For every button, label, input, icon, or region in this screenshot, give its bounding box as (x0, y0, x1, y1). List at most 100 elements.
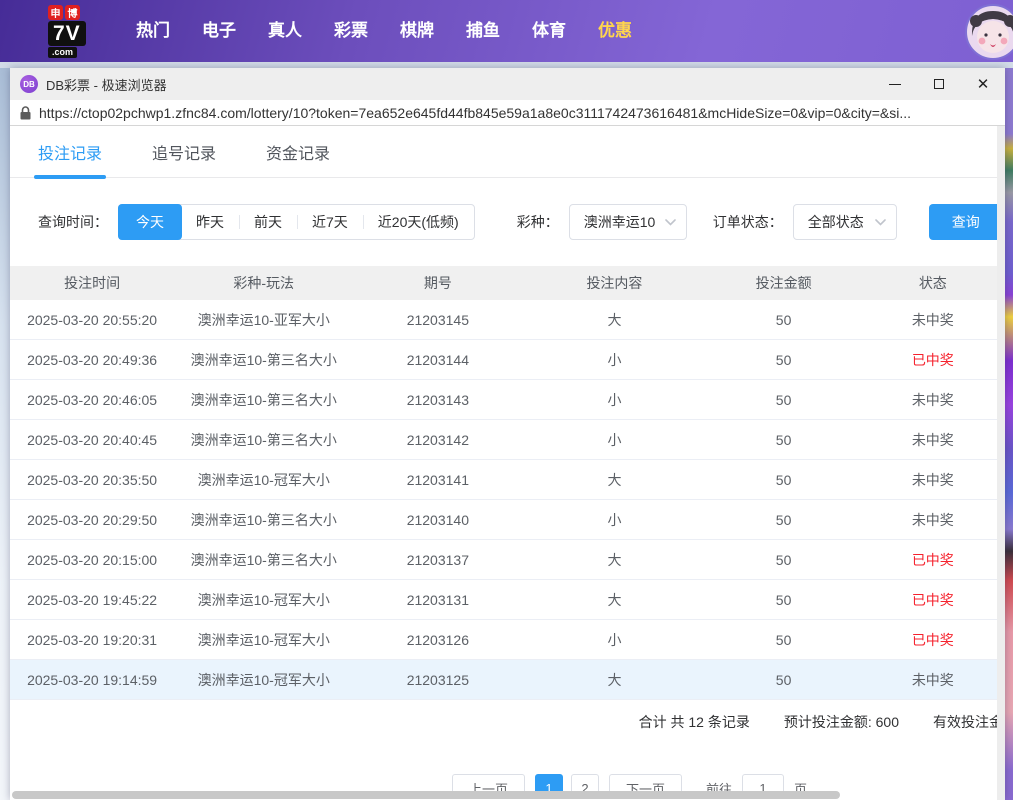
portal-page-right-edge (1005, 68, 1013, 800)
portal-nav-item[interactable]: 真人 (252, 0, 318, 62)
cell-bet-time: 2025-03-20 20:55:20 (10, 312, 174, 328)
lock-icon (20, 106, 31, 120)
cell-bet-time: 2025-03-20 19:14:59 (10, 672, 174, 688)
portal-nav-item[interactable]: 电子 (186, 0, 252, 62)
portal-nav-item[interactable]: 彩票 (318, 0, 384, 62)
page-content: 投注记录 追号记录 资金记录 查询时间： 今天 昨天 前天 近7天 (10, 126, 1005, 799)
portal-nav-item[interactable]: 热门 (120, 0, 186, 62)
cell-issue-no: 21203125 (353, 672, 522, 688)
cell-issue-no: 21203131 (353, 592, 522, 608)
record-tab[interactable]: 追号记录 (152, 126, 216, 177)
portal-nav-item-label: 电子 (202, 21, 236, 40)
filter-bar: 查询时间： 今天 昨天 前天 近7天 近20天(低频) 彩种： 澳洲幸运10 (38, 204, 1005, 240)
record-tab-label: 追号记录 (152, 140, 216, 164)
summary-expected-amount: 预计投注金额: 600 (784, 712, 899, 732)
cell-bet-time: 2025-03-20 19:45:22 (10, 592, 174, 608)
time-range-option-label: 近20天(低频) (378, 214, 459, 230)
portal-nav-item-label: 棋牌 (400, 21, 434, 40)
table-row: 2025-03-20 20:29:50 澳洲幸运10-第三名大小 2120314… (10, 500, 1005, 540)
cell-status: 未中奖 (861, 510, 1005, 530)
portal-nav-item[interactable]: 捕鱼 (450, 0, 516, 62)
portal-nav-item[interactable]: 体育 (516, 0, 582, 62)
cell-bet-amount: 50 (706, 312, 860, 328)
cell-bet-amount: 50 (706, 512, 860, 528)
cell-bet-content: 大 (522, 590, 706, 610)
address-bar[interactable]: https://ctop02pchwp1.zfnc84.com/lottery/… (10, 100, 1005, 126)
site-logo[interactable]: 申 博 7V .com (48, 5, 106, 58)
cell-bet-time: 2025-03-20 20:40:45 (10, 432, 174, 448)
logo-badge-shen: 申 (48, 5, 63, 20)
cell-issue-no: 21203144 (353, 352, 522, 368)
cell-status: 未中奖 (861, 390, 1005, 410)
table-header-cell: 投注金额 (706, 273, 860, 293)
minimize-button[interactable] (873, 68, 917, 100)
summary-bar: 合计 共 12 条记录 预计投注金额: 600 有效投注金 (10, 700, 1005, 744)
user-avatar[interactable] (965, 4, 1013, 60)
cell-status: 已中奖 (861, 590, 1005, 610)
time-range-option[interactable]: 今天 (118, 204, 182, 240)
table-row: 2025-03-20 20:55:20 澳洲幸运10-亚军大小 21203145… (10, 300, 1005, 340)
lottery-select-value: 澳洲幸运10 (584, 212, 656, 232)
cell-status: 已中奖 (861, 630, 1005, 650)
cell-bet-content: 大 (522, 310, 706, 330)
portal-nav-item[interactable]: 优惠 (582, 0, 648, 62)
time-range-option[interactable]: 昨天 (181, 205, 239, 239)
order-status-select[interactable]: 全部状态 (793, 204, 897, 240)
cell-game-play: 澳洲幸运10-第三名大小 (174, 510, 353, 530)
maximize-icon (934, 79, 944, 89)
table-header-cell: 期号 (353, 273, 522, 293)
table-row: 2025-03-20 20:46:05 澳洲幸运10-第三名大小 2120314… (10, 380, 1005, 420)
time-filter-label: 查询时间： (38, 212, 108, 232)
cell-game-play: 澳洲幸运10-第三名大小 (174, 550, 353, 570)
cell-game-play: 澳洲幸运10-第三名大小 (174, 390, 353, 410)
logo-main-text: 7V (48, 21, 86, 46)
close-button[interactable]: ✕ (961, 68, 1005, 100)
minimize-icon (889, 84, 901, 85)
cell-bet-time: 2025-03-20 20:49:36 (10, 352, 174, 368)
cell-bet-time: 2025-03-20 20:29:50 (10, 512, 174, 528)
time-range-option-label: 今天 (136, 214, 164, 230)
cell-game-play: 澳洲幸运10-冠军大小 (174, 470, 353, 490)
record-tab[interactable]: 资金记录 (266, 126, 330, 177)
time-range-option[interactable]: 近7天 (297, 205, 363, 239)
portal-nav-item[interactable]: 棋牌 (384, 0, 450, 62)
url-text: https://ctop02pchwp1.zfnc84.com/lottery/… (39, 105, 911, 121)
order-status-value: 全部状态 (808, 212, 864, 232)
cell-bet-amount: 50 (706, 352, 860, 368)
cell-bet-content: 大 (522, 470, 706, 490)
cell-bet-amount: 50 (706, 472, 860, 488)
table-header-cell: 投注内容 (522, 273, 706, 293)
cell-bet-amount: 50 (706, 432, 860, 448)
portal-navbar: 申 博 7V .com 热门 电子 真人 彩票 棋牌 捕鱼 体育 优惠 (0, 0, 1013, 62)
cell-bet-amount: 50 (706, 672, 860, 688)
portal-nav-item-label: 体育 (532, 21, 566, 40)
vertical-scrollbar[interactable] (997, 126, 1005, 800)
cell-bet-amount: 50 (706, 632, 860, 648)
cell-issue-no: 21203126 (353, 632, 522, 648)
cell-bet-amount: 50 (706, 592, 860, 608)
horizontal-scrollbar-thumb[interactable] (12, 791, 840, 799)
close-icon: ✕ (977, 77, 990, 92)
cell-game-play: 澳洲幸运10-冠军大小 (174, 630, 353, 650)
time-range-option[interactable]: 前天 (239, 205, 297, 239)
cell-game-play: 澳洲幸运10-第三名大小 (174, 350, 353, 370)
portal-nav-item-label: 真人 (268, 21, 302, 40)
summary-valid-amount: 有效投注金 (933, 712, 1003, 732)
maximize-button[interactable] (917, 68, 961, 100)
table-row: 2025-03-20 19:14:59 澳洲幸运10-冠军大小 21203125… (10, 660, 1005, 700)
record-tab[interactable]: 投注记录 (38, 126, 102, 177)
cell-bet-time: 2025-03-20 20:46:05 (10, 392, 174, 408)
query-button[interactable]: 查询 (929, 204, 1003, 240)
cell-status: 未中奖 (861, 310, 1005, 330)
lottery-select[interactable]: 澳洲幸运10 (569, 204, 687, 240)
table-header-cell: 状态 (861, 273, 1005, 293)
time-range-option[interactable]: 近20天(低频) (363, 205, 474, 239)
cell-bet-time: 2025-03-20 20:15:00 (10, 552, 174, 568)
portal-page-left-edge (0, 68, 10, 800)
table-header-row: 投注时间彩种-玩法期号投注内容投注金额状态 (10, 266, 1005, 300)
window-titlebar: DB DB彩票 - 极速浏览器 ✕ (10, 68, 1005, 100)
cell-bet-content: 大 (522, 550, 706, 570)
time-range-option-label: 近7天 (312, 214, 348, 230)
table-row: 2025-03-20 20:35:50 澳洲幸运10-冠军大小 21203141… (10, 460, 1005, 500)
bet-records-table: 投注时间彩种-玩法期号投注内容投注金额状态 2025-03-20 20:55:2… (10, 266, 1005, 700)
